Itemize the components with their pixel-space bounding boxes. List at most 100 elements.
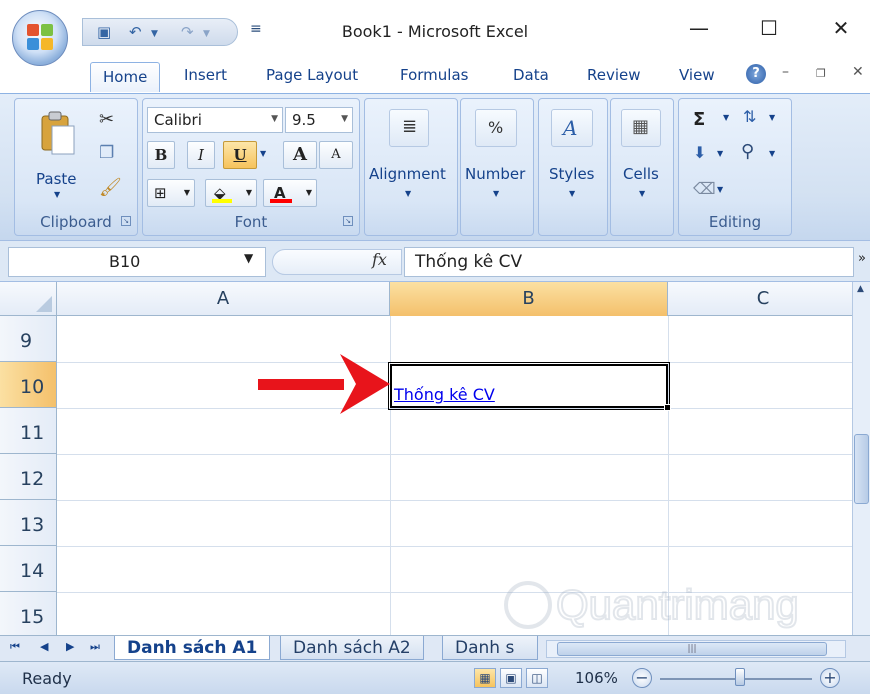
alignment-button[interactable]: ≣: [389, 109, 429, 147]
chevron-down-icon[interactable]: ▼: [717, 185, 723, 194]
tab-formulas[interactable]: Formulas: [400, 66, 468, 84]
clipboard-launcher-icon[interactable]: ↘: [121, 216, 131, 226]
row-header-11[interactable]: 11: [0, 408, 57, 454]
row-header-14[interactable]: 14: [0, 546, 57, 592]
tab-insert[interactable]: Insert: [184, 66, 227, 84]
number-label: Number: [465, 165, 526, 183]
horizontal-scrollbar[interactable]: |||: [546, 640, 846, 658]
scroll-up-icon[interactable]: ▲: [857, 284, 864, 294]
redo-icon[interactable]: ↷: [181, 23, 194, 41]
prev-sheet-icon[interactable]: ◀: [40, 640, 48, 653]
column-header-a[interactable]: A: [57, 282, 390, 316]
office-button[interactable]: [12, 10, 68, 66]
grow-font-button[interactable]: A: [283, 141, 317, 169]
copy-icon[interactable]: ❐: [99, 143, 114, 163]
font-size-combo[interactable]: 9.5 ▼: [285, 107, 353, 133]
fill-icon[interactable]: ⬇: [693, 143, 706, 162]
horizontal-scroll-thumb[interactable]: |||: [557, 642, 827, 656]
autosum-icon[interactable]: Σ: [693, 109, 705, 130]
cells-group[interactable]: ▦ Cells ▼: [610, 98, 674, 236]
fill-handle[interactable]: [664, 404, 671, 411]
tab-page-layout[interactable]: Page Layout: [266, 66, 358, 84]
help-icon[interactable]: ?: [746, 64, 766, 84]
cell-b10-hyperlink[interactable]: Thống kê CV: [394, 385, 495, 404]
row-header-15[interactable]: 15: [0, 592, 57, 635]
chevron-down-icon[interactable]: ▼: [717, 149, 723, 158]
ribbon-restore-icon[interactable]: ❐: [816, 67, 826, 80]
alignment-group[interactable]: ≣ Alignment ▼: [364, 98, 458, 236]
chevron-down-icon[interactable]: ▼: [769, 113, 775, 122]
chevron-down-icon[interactable]: ▼: [244, 251, 253, 265]
font-color-button[interactable]: A ▼: [263, 179, 317, 207]
chevron-down-icon: ▼: [183, 188, 190, 197]
chevron-down-icon[interactable]: ▼: [769, 149, 775, 158]
chevron-down-icon: ▼: [305, 188, 312, 197]
underline-dropdown-icon[interactable]: ▼: [260, 149, 266, 158]
fill-color-button[interactable]: ⬙ ▼: [205, 179, 257, 207]
column-header-b[interactable]: B: [390, 282, 668, 316]
select-all-button[interactable]: [0, 282, 57, 316]
underline-button[interactable]: U: [223, 141, 257, 169]
minimize-icon[interactable]: —: [684, 16, 714, 40]
tab-data[interactable]: Data: [513, 66, 549, 84]
styles-group[interactable]: A Styles ▼: [538, 98, 608, 236]
font-name-combo[interactable]: Calibri ▼: [147, 107, 283, 133]
tab-review[interactable]: Review: [587, 66, 641, 84]
italic-button[interactable]: I: [187, 141, 215, 169]
sheet-tab-danh-sach-a2[interactable]: Danh sách A2: [280, 636, 424, 660]
font-launcher-icon[interactable]: ↘: [343, 216, 353, 226]
name-box[interactable]: B10: [8, 247, 266, 277]
zoom-level[interactable]: 106%: [575, 669, 618, 687]
ribbon-minimize-icon[interactable]: –: [782, 64, 789, 80]
number-button[interactable]: %: [475, 109, 517, 147]
cells-button[interactable]: ▦: [621, 109, 661, 147]
formula-input[interactable]: Thống kê CV: [404, 247, 854, 277]
undo-dropdown-icon[interactable]: ▼: [151, 29, 158, 39]
sheet-tab-danh-s[interactable]: Danh s: [442, 636, 538, 660]
zoom-in-icon[interactable]: +: [820, 668, 840, 688]
brush-icon[interactable]: 🖌: [99, 177, 122, 198]
cells-icon: ▦: [632, 116, 650, 137]
last-sheet-icon[interactable]: ⏭: [90, 640, 100, 654]
bold-button[interactable]: B: [147, 141, 175, 169]
paste-dropdown-icon[interactable]: ▼: [54, 190, 60, 199]
borders-button[interactable]: ⊞ ▼: [147, 179, 195, 207]
row-header-13[interactable]: 13: [0, 500, 57, 546]
save-icon[interactable]: ▣: [97, 23, 111, 41]
zoom-out-icon[interactable]: −: [632, 668, 652, 688]
row-header-9[interactable]: 9: [0, 316, 57, 362]
column-header-c[interactable]: C: [668, 282, 852, 316]
zoom-slider-thumb[interactable]: [735, 668, 745, 686]
find-select-icon[interactable]: ⚲: [741, 141, 754, 162]
page-break-view-icon[interactable]: ◫: [526, 668, 548, 688]
redo-dropdown-icon[interactable]: ▼: [203, 29, 210, 39]
first-sheet-icon[interactable]: ⏮: [10, 640, 20, 654]
shrink-font-button[interactable]: A: [319, 141, 353, 169]
tab-home[interactable]: Home: [90, 62, 161, 92]
insert-function-icon[interactable]: fx: [372, 250, 387, 269]
ribbon-close-icon[interactable]: ✕: [852, 64, 864, 80]
shrink-font-icon: A: [331, 147, 341, 162]
next-sheet-icon[interactable]: ▶: [66, 640, 74, 653]
customize-qat-icon[interactable]: ≡: [250, 21, 262, 37]
close-icon[interactable]: ✕: [826, 16, 856, 40]
styles-button[interactable]: A: [551, 109, 593, 147]
vertical-scrollbar[interactable]: ▲: [852, 282, 870, 635]
undo-icon[interactable]: ↶: [129, 23, 142, 41]
chevron-down-icon[interactable]: ▼: [723, 113, 729, 122]
page-layout-view-icon[interactable]: ▣: [500, 668, 522, 688]
expand-formula-bar-icon[interactable]: »: [858, 251, 866, 266]
row-header-10[interactable]: 10: [0, 362, 57, 408]
scissors-icon[interactable]: ✂: [99, 109, 114, 130]
cells-label: Cells: [623, 165, 659, 183]
maximize-icon[interactable]: ☐: [754, 16, 784, 40]
clear-icon[interactable]: ⌫: [693, 179, 716, 198]
paste-button[interactable]: Paste ▼: [19, 103, 91, 199]
row-header-12[interactable]: 12: [0, 454, 57, 500]
sort-filter-icon[interactable]: ⇅: [743, 107, 756, 126]
number-group[interactable]: % Number ▼: [460, 98, 534, 236]
tab-view[interactable]: View: [679, 66, 715, 84]
normal-view-icon[interactable]: ▦: [474, 668, 496, 688]
vertical-scroll-thumb[interactable]: [854, 434, 869, 504]
sheet-tab-danh-sach-a1[interactable]: Danh sách A1: [114, 636, 271, 660]
